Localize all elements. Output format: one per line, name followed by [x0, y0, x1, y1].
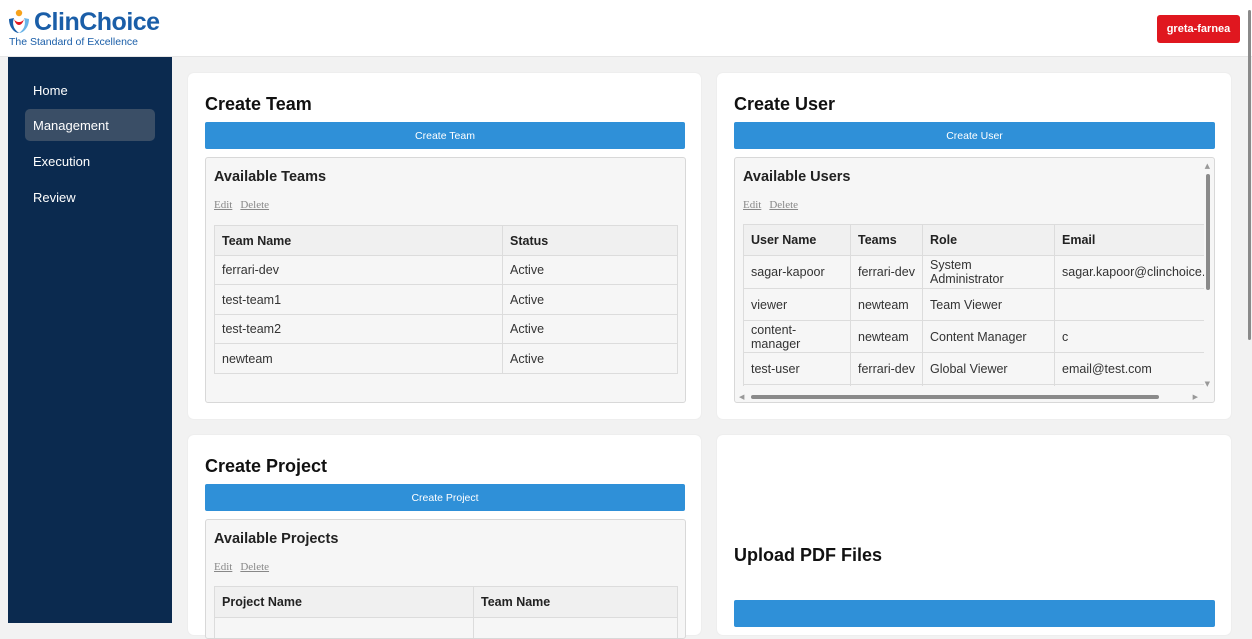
team-status-cell: Active — [502, 314, 678, 344]
scroll-up-arrow-icon[interactable]: ▲ — [1205, 163, 1210, 170]
sidebar-item-home[interactable]: Home — [25, 74, 155, 106]
team-status-cell: Active — [502, 255, 678, 285]
column-header-team-name[interactable]: Team Name — [214, 225, 503, 256]
top-bar: ClinChoice The Standard of Excellence gr… — [0, 0, 1252, 57]
brand-tagline: The Standard of Excellence — [9, 36, 138, 48]
scroll-right-arrow-icon[interactable]: ▶ — [1193, 394, 1198, 401]
horizontal-scrollbar[interactable] — [751, 395, 1159, 399]
create-user-card: Create User Create User Available Users … — [717, 73, 1231, 419]
table-row[interactable]: test-team1 Active — [214, 284, 678, 315]
page-scrollbar-thumb[interactable] — [1248, 10, 1251, 340]
sidebar-item-management[interactable]: Management — [25, 109, 155, 141]
create-team-card: Create Team Create Team Available Teams … — [188, 73, 701, 419]
teams-actions: Edit Delete — [214, 199, 277, 211]
users-table: User Name Teams Role Email sagar-kapoor f… — [743, 224, 1204, 386]
available-teams-panel: Available Teams Edit Delete Team Name Sta… — [205, 157, 686, 403]
user-email-cell — [1054, 288, 1204, 321]
create-project-button[interactable]: Create Project — [205, 484, 685, 511]
brand-logo[interactable]: ClinChoice The Standard of Excellence — [6, 8, 160, 48]
column-header-user-name[interactable]: User Name — [743, 224, 851, 256]
table-row[interactable]: test-user ferrari-dev Global Viewer email@t… — [743, 352, 1204, 385]
user-teams-cell: ferrari-dev — [850, 255, 923, 289]
create-user-title: Create User — [734, 94, 836, 114]
create-team-button[interactable]: Create Team — [205, 122, 685, 149]
table-row[interactable]: test-team2 Active — [214, 314, 678, 344]
available-projects-title: Available Projects — [214, 531, 339, 547]
user-teams-cell: ferrari-dev — [850, 352, 923, 385]
table-row[interactable]: content-manager newteam Content Manager c — [743, 320, 1204, 353]
create-project-title: Create Project — [205, 456, 328, 476]
user-role-cell: Team Viewer — [922, 288, 1055, 321]
column-header-team-name[interactable]: Team Name — [473, 586, 678, 618]
page-scrollbar[interactable] — [1247, 0, 1252, 623]
users-actions: Edit Delete — [743, 199, 806, 211]
teams-table: Team Name Status ferrari-dev Active test-… — [214, 225, 678, 374]
upload-pdf-card: Upload PDF Files — [717, 435, 1231, 635]
user-teams-cell: newteam — [850, 320, 923, 353]
column-header-project-name[interactable]: Project Name — [214, 586, 474, 618]
column-header-role[interactable]: Role — [922, 224, 1055, 256]
user-email-cell: email@test.com — [1054, 352, 1204, 385]
table-row[interactable]: viewer newteam Team Viewer — [743, 288, 1204, 321]
team-status-cell: Active — [502, 343, 678, 374]
available-users-panel: Available Users Edit Delete User Name Tea… — [734, 157, 1215, 403]
sidebar-item-execution[interactable]: Execution — [25, 145, 155, 177]
delete-team-link[interactable]: Delete — [240, 199, 269, 211]
available-users-title: Available Users — [743, 169, 851, 185]
user-email-cell: c — [1054, 320, 1204, 353]
edit-project-link[interactable]: Edit — [214, 561, 232, 573]
user-email-cell: sagar.kapoor@clinchoice.cc — [1054, 255, 1204, 289]
edit-team-link[interactable]: Edit — [214, 199, 232, 211]
delete-project-link[interactable]: Delete — [240, 561, 269, 573]
user-role-cell: Content Manager — [922, 320, 1055, 353]
available-teams-title: Available Teams — [214, 169, 327, 185]
vertical-scrollbar[interactable] — [1206, 174, 1210, 290]
team-status-cell: Active — [502, 284, 678, 315]
sidebar-item-review[interactable]: Review — [25, 181, 155, 213]
edit-user-link[interactable]: Edit — [743, 199, 761, 211]
team-name-cell: test-team2 — [214, 314, 503, 344]
user-role-cell: System Administrator — [922, 255, 1055, 289]
user-menu-button[interactable]: greta-farnea — [1157, 15, 1240, 43]
upload-pdf-title: Upload PDF Files — [734, 545, 883, 565]
create-team-title: Create Team — [205, 94, 312, 114]
table-row[interactable]: newteam Active — [214, 343, 678, 374]
projects-actions: Edit Delete — [214, 561, 277, 573]
brand-name: ClinChoice — [34, 8, 160, 36]
user-name-cell: content-manager — [743, 320, 851, 353]
user-teams-cell: newteam — [850, 288, 923, 321]
delete-user-link[interactable]: Delete — [769, 199, 798, 211]
column-header-email[interactable]: Email — [1054, 224, 1204, 256]
table-row[interactable]: sagar-kapoor ferrari-dev System Administra… — [743, 255, 1204, 289]
team-name-cell: ferrari-dev — [214, 255, 503, 285]
team-name-cell: test-team1 — [214, 284, 503, 315]
table-row[interactable] — [743, 384, 1204, 386]
available-projects-panel: Available Projects Edit Delete Project Na… — [205, 519, 686, 639]
user-name-cell: sagar-kapoor — [743, 255, 851, 289]
team-name-cell: newteam — [214, 343, 503, 374]
sidebar: Home Management Execution Review — [8, 57, 172, 623]
users-table-viewport[interactable]: User Name Teams Role Email sagar-kapoor f… — [735, 224, 1204, 386]
user-name-cell: viewer — [743, 288, 851, 321]
scroll-down-arrow-icon[interactable]: ▼ — [1205, 381, 1210, 388]
column-header-status[interactable]: Status — [502, 225, 678, 256]
user-role-cell: Global Viewer — [922, 352, 1055, 385]
projects-table: Project Name Team Name — [214, 586, 678, 638]
scroll-left-arrow-icon[interactable]: ◀ — [739, 394, 744, 401]
clinchoice-logo-icon — [6, 9, 32, 35]
column-header-teams[interactable]: Teams — [850, 224, 923, 256]
create-user-button[interactable]: Create User — [734, 122, 1215, 149]
user-name-cell: test-user — [743, 352, 851, 385]
create-project-card: Create Project Create Project Available … — [188, 435, 701, 639]
table-row[interactable]: ferrari-dev Active — [214, 255, 678, 285]
